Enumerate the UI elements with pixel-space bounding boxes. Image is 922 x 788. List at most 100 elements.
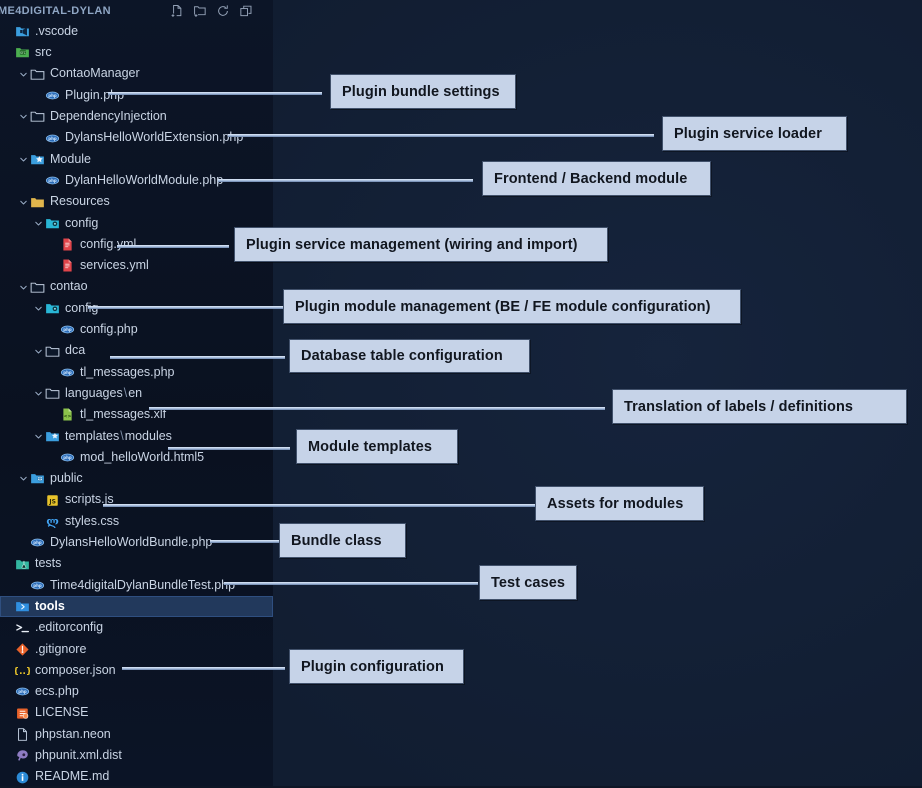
tree-row[interactable]: .editorconfig: [0, 617, 273, 638]
file-phpunit-icon: [14, 748, 31, 763]
tree-row[interactable]: Resources: [0, 191, 273, 212]
tree-row-label: services.yml: [80, 258, 149, 273]
tree-row-label: config: [65, 215, 99, 230]
chevron-down-icon[interactable]: [32, 388, 44, 399]
tree-row[interactable]: {..} composer.json: [0, 660, 273, 681]
tree-row[interactable]: ContaoManager: [0, 64, 273, 85]
tree-row[interactable]: templates\modules: [0, 426, 273, 447]
tree-row-label: src: [35, 45, 52, 60]
file-yml-icon: [59, 237, 76, 252]
tree-row-label: styles.css: [65, 513, 120, 528]
svg-text:JS: JS: [48, 498, 56, 505]
chevron-down-icon[interactable]: [17, 282, 29, 293]
annotation-database-table-config: Database table configuration: [289, 339, 530, 373]
svg-text:php: php: [18, 689, 27, 694]
tree-row-label: .vscode: [35, 23, 79, 38]
tree-row[interactable]: services.yml: [0, 255, 273, 276]
file-js-icon: JS: [44, 493, 61, 508]
new-file-icon[interactable]: [170, 4, 184, 18]
tree-row[interactable]: php ecs.php: [0, 681, 273, 702]
chevron-down-icon[interactable]: [32, 303, 44, 314]
chevron-down-icon[interactable]: [32, 218, 44, 229]
annotation-label: Frontend / Backend module: [494, 170, 688, 187]
tree-row[interactable]: config: [0, 213, 273, 234]
tree-row[interactable]: languages\en: [0, 383, 273, 404]
tree-row-label: DependencyInjection: [50, 109, 167, 124]
tree-row[interactable]: contao: [0, 277, 273, 298]
annotation-label: Assets for modules: [547, 495, 684, 512]
chevron-down-icon[interactable]: [17, 473, 29, 484]
annotation-plugin-configuration: Plugin configuration: [289, 649, 464, 684]
folder-plain-icon: [44, 386, 61, 401]
annotation-label: Bundle class: [291, 532, 382, 549]
connector-line: [210, 540, 285, 543]
tree-row[interactable]: Module: [0, 149, 273, 170]
tree-row[interactable]: tools: [0, 596, 273, 618]
file-git-icon: [14, 642, 31, 657]
tree-row[interactable]: tests: [0, 553, 273, 574]
svg-text:php: php: [33, 540, 42, 545]
connector-line: [108, 92, 322, 95]
chevron-down-icon[interactable]: [17, 111, 29, 122]
connector-line: [117, 245, 229, 248]
tree-row[interactable]: php Plugin.php: [0, 85, 273, 106]
svg-text:ლ: ლ: [46, 515, 59, 529]
chevron-down-icon[interactable]: [32, 346, 44, 357]
chevron-down-icon[interactable]: [17, 69, 29, 80]
annotation-label: Database table configuration: [301, 348, 503, 364]
new-folder-icon[interactable]: [193, 4, 207, 18]
tree-row-label: LICENSE: [35, 705, 89, 720]
tree-row-label: tl_messages.php: [80, 364, 175, 379]
file-license-icon: [14, 706, 31, 721]
connector-line: [218, 179, 473, 182]
explorer-title: ME4DIGITAL-DYLAN: [0, 4, 111, 17]
tree-row[interactable]: LICENSE: [0, 703, 273, 724]
svg-text:src: src: [20, 50, 26, 55]
tree-row-label: Resources: [50, 194, 110, 209]
tree-row[interactable]: php Time4digitalDylanBundleTest.php: [0, 575, 273, 596]
tree-row[interactable]: php DylansHelloWorldExtension.php: [0, 127, 273, 148]
tree-row[interactable]: phpstan.neon: [0, 724, 273, 745]
tree-row[interactable]: README.md: [0, 766, 273, 787]
file-yml-icon: [59, 258, 76, 273]
file-php-icon: php: [59, 365, 76, 380]
tree-row[interactable]: src src: [0, 42, 273, 63]
svg-text:php: php: [48, 178, 57, 183]
tree-row[interactable]: JS scripts.js: [0, 490, 273, 511]
tree-row[interactable]: DependencyInjection: [0, 106, 273, 127]
collapse-folders-icon[interactable]: [239, 4, 253, 18]
tree-row[interactable]: .gitignore: [0, 639, 273, 660]
annotation-label: Translation of labels / definitions: [624, 398, 854, 415]
tree-row-label: phpunit.xml.dist: [35, 747, 122, 762]
chevron-down-icon[interactable]: [17, 154, 29, 165]
tree-row[interactable]: php tl_messages.php: [0, 362, 273, 383]
chevron-down-icon[interactable]: [17, 197, 29, 208]
file-xlf-icon: <>: [59, 407, 76, 422]
tree-row-label: public: [50, 471, 83, 486]
tree-row-label: mod_helloWorld.html5: [80, 449, 205, 464]
svg-text:php: php: [63, 327, 72, 332]
chevron-down-icon[interactable]: [32, 431, 44, 442]
tree-row[interactable]: php config.php: [0, 319, 273, 340]
svg-text:{..}: {..}: [15, 667, 30, 677]
folder-plain-icon: [44, 344, 61, 359]
tree-row[interactable]: phpunit.xml.dist: [0, 745, 273, 766]
refresh-icon[interactable]: [216, 4, 230, 18]
annotation-label: Module templates: [308, 438, 433, 455]
file-editorconfig-icon: [14, 620, 31, 635]
tree-row[interactable]: ლ styles.css: [0, 511, 273, 532]
svg-text:php: php: [48, 136, 57, 141]
annotation-plugin-service-loader: Plugin service loader: [662, 116, 847, 151]
annotation-test-cases: Test cases: [479, 565, 577, 600]
tree-row[interactable]: public: [0, 468, 273, 489]
connector-line: [224, 582, 478, 585]
tree-row-label: Time4digitalDylanBundleTest.php: [50, 577, 236, 592]
folder-res-icon: [29, 195, 46, 210]
annotation-bundle-class: Bundle class: [279, 523, 406, 558]
tree-row-label: config.php: [80, 322, 138, 337]
tree-row-label: DylansHelloWorldExtension.php: [65, 130, 244, 145]
tree-row[interactable]: php mod_helloWorld.html5: [0, 447, 273, 468]
folder-config-icon: [44, 216, 61, 231]
tree-row[interactable]: .vscode: [0, 21, 273, 42]
connector-line: [110, 356, 285, 359]
